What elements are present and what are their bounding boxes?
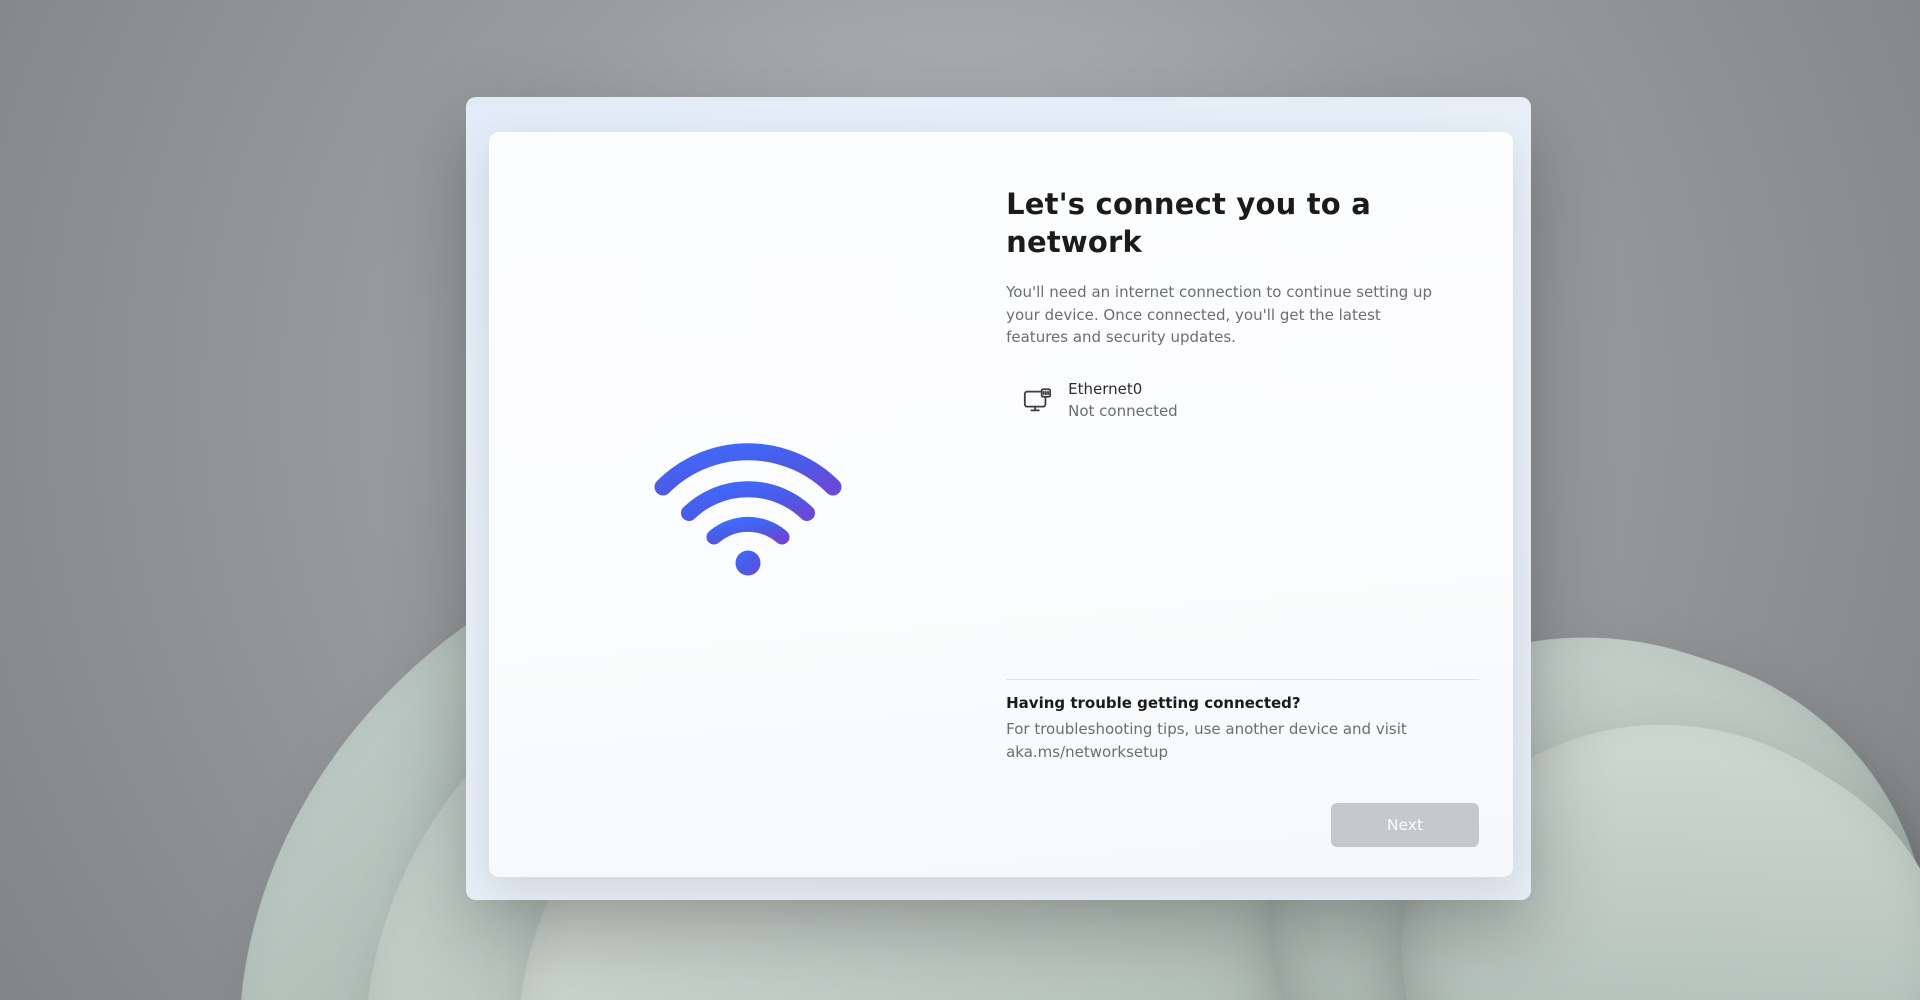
page-title: Let's connect you to a network xyxy=(1006,186,1416,261)
content-pane: Let's connect you to a network You'll ne… xyxy=(1006,132,1513,877)
network-status: Not connected xyxy=(1068,401,1178,423)
page-subtitle: You'll need an internet connection to co… xyxy=(1006,281,1436,349)
wifi-icon xyxy=(648,435,848,585)
ethernet-monitor-icon xyxy=(1022,386,1052,416)
button-row: Next xyxy=(1006,803,1479,847)
network-name: Ethernet0 xyxy=(1068,379,1178,401)
network-item-text: Ethernet0 Not connected xyxy=(1068,379,1178,423)
illustration-pane xyxy=(489,132,1006,877)
troubleshoot-text: For troubleshooting tips, use another de… xyxy=(1006,718,1436,763)
troubleshoot-heading: Having trouble getting connected? xyxy=(1006,694,1479,712)
network-item-ethernet0[interactable]: Ethernet0 Not connected xyxy=(1006,375,1479,427)
next-button[interactable]: Next xyxy=(1331,803,1479,847)
spacer xyxy=(1006,426,1479,679)
divider xyxy=(1006,679,1479,680)
oobe-card: Let's connect you to a network You'll ne… xyxy=(489,132,1513,877)
oobe-window: Let's connect you to a network You'll ne… xyxy=(466,97,1531,900)
